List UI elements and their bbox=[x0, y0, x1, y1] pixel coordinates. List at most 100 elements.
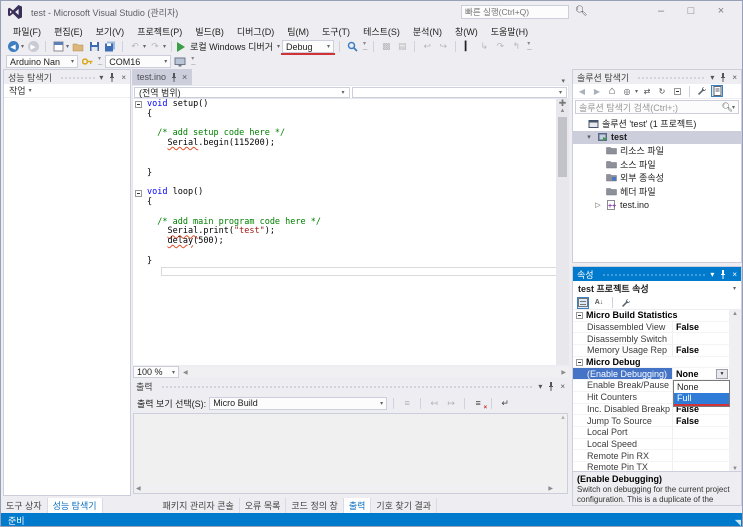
immediate-window-icon[interactable]: ▤ bbox=[395, 40, 409, 53]
document-list-icon[interactable]: ▾ bbox=[561, 77, 569, 85]
open-file-icon[interactable] bbox=[71, 40, 85, 53]
minimize-button[interactable]: – bbox=[646, 1, 676, 21]
close-tab-icon[interactable]: × bbox=[182, 72, 187, 82]
serial-port-combo[interactable]: COM16 ▾ bbox=[105, 55, 172, 68]
tree-item-1[interactable]: ▾ test bbox=[573, 130, 741, 144]
category-collapse-icon[interactable] bbox=[576, 358, 583, 366]
property-value[interactable]: None bbox=[676, 369, 699, 379]
tree-item-4[interactable]: 외부 종속성 bbox=[573, 171, 741, 185]
quick-launch-input[interactable] bbox=[461, 5, 569, 19]
previous-message-icon[interactable]: ↤ bbox=[427, 397, 441, 410]
window-position-icon[interactable]: ▾ bbox=[99, 73, 103, 82]
scroll-left-icon[interactable]: ◀ bbox=[183, 369, 188, 376]
property-pages-wrench-icon[interactable] bbox=[620, 297, 632, 309]
expander-expanded-icon[interactable]: ▾ bbox=[585, 133, 593, 141]
scroll-left-icon[interactable]: ◀ bbox=[136, 485, 141, 492]
scroll-up-icon[interactable]: ▲ bbox=[560, 107, 566, 115]
output-horizontal-scrollbar[interactable]: ◀ ▶ bbox=[134, 483, 555, 493]
bottom-tab-2[interactable]: 코드 정의 창 bbox=[286, 498, 344, 513]
breakpoints-window-icon[interactable]: ▩ bbox=[379, 40, 393, 53]
board-combo[interactable]: Arduino Nan ▾ bbox=[6, 55, 78, 68]
menu-item-4[interactable]: 빌드(B) bbox=[189, 24, 230, 39]
property-row-2[interactable]: Disassembly Switch bbox=[573, 333, 729, 346]
tab-test-ino[interactable]: test.ino × bbox=[132, 69, 193, 85]
tree-item-6[interactable]: ▷ ++ test.ino bbox=[573, 198, 741, 212]
scroll-right-icon[interactable]: ▶ bbox=[548, 485, 553, 492]
home-icon[interactable]: ⌂ bbox=[606, 85, 618, 97]
new-project-icon[interactable] bbox=[51, 40, 65, 53]
start-debug-label[interactable]: 로컬 Windows 디버거 bbox=[190, 40, 273, 53]
toolbar-overflow-icon[interactable]: ▾ ─ bbox=[363, 40, 367, 53]
window-position-icon[interactable]: ▾ bbox=[710, 270, 714, 279]
bottom-tab-0[interactable]: 패키지 관리자 콘솔 bbox=[158, 498, 240, 513]
property-row-1[interactable]: Disassembled View False bbox=[573, 321, 729, 334]
menu-item-8[interactable]: 테스트(S) bbox=[357, 24, 406, 39]
window-position-icon[interactable]: ▾ bbox=[538, 382, 542, 391]
next-message-icon[interactable]: ↦ bbox=[444, 397, 458, 410]
menu-item-6[interactable]: 팀(M) bbox=[281, 24, 315, 39]
dropdown-option-none[interactable]: None bbox=[674, 381, 729, 393]
tree-item-0[interactable]: 솔루션 'test' (1 프로젝트) bbox=[573, 117, 741, 131]
close-panel-icon[interactable]: × bbox=[121, 73, 126, 82]
dropdown-option-full[interactable]: Full bbox=[674, 392, 729, 404]
break-all-icon[interactable]: ▎ bbox=[461, 40, 475, 53]
wrench-icon[interactable] bbox=[696, 85, 708, 97]
close-panel-icon[interactable]: × bbox=[560, 382, 565, 391]
auto-hide-pin-icon[interactable] bbox=[108, 72, 116, 82]
editor-vertical-scrollbar[interactable]: ✚ ▲ bbox=[556, 99, 569, 365]
auto-hide-pin-icon[interactable] bbox=[719, 269, 727, 279]
menu-item-1[interactable]: 편집(E) bbox=[48, 24, 89, 39]
find-message-icon[interactable]: ≡ bbox=[400, 397, 414, 410]
property-row-12[interactable]: Remote Pin RX bbox=[573, 450, 729, 462]
scroll-right-icon[interactable]: ▶ bbox=[561, 369, 566, 376]
scroll-up-icon[interactable]: ▲ bbox=[732, 311, 738, 317]
word-wrap-icon[interactable]: ↵ bbox=[498, 397, 512, 410]
save-icon[interactable] bbox=[87, 40, 101, 53]
property-row-9[interactable]: Jump To Source False bbox=[573, 415, 729, 427]
bottom-tab-1-active[interactable]: 성능 탐색기 bbox=[47, 498, 103, 513]
auto-hide-pin-icon[interactable] bbox=[719, 72, 727, 82]
zoom-combo[interactable]: 100 % ▾ bbox=[133, 366, 179, 378]
property-row-11[interactable]: Local Speed bbox=[573, 438, 729, 451]
scrollbar-thumb[interactable] bbox=[558, 117, 567, 177]
tree-item-3[interactable]: 소스 파일 bbox=[573, 158, 741, 172]
window-position-icon[interactable]: ▾ bbox=[710, 73, 714, 82]
menu-item-0[interactable]: 파일(F) bbox=[7, 24, 47, 39]
toolbar-overflow-icon-3[interactable]: ▾ ─ bbox=[98, 55, 102, 68]
menu-item-2[interactable]: 보기(V) bbox=[90, 24, 131, 39]
resize-grip[interactable]: ◥ bbox=[735, 518, 741, 526]
navigate-back-icon[interactable]: ◀ bbox=[6, 40, 20, 53]
property-row-5[interactable]: (Enable Debugging) None ▼ bbox=[573, 368, 729, 381]
output-content[interactable]: ▲ ◀ ▶ bbox=[133, 413, 568, 494]
bottom-tab-4[interactable]: 기호 찾기 결과 bbox=[371, 498, 438, 513]
quick-launch-search-icon[interactable]: 🔍︎ bbox=[575, 6, 588, 17]
outline-collapse-icon[interactable] bbox=[135, 189, 145, 197]
board-key-icon[interactable] bbox=[80, 55, 94, 68]
save-all-icon[interactable] bbox=[103, 40, 117, 53]
split-editor-handle[interactable]: ✚ bbox=[559, 99, 567, 108]
scope-icon[interactable]: ◎ bbox=[621, 85, 633, 97]
category-collapse-icon[interactable] bbox=[576, 311, 583, 319]
property-row-4[interactable]: Micro Debug bbox=[573, 357, 729, 369]
close-panel-icon[interactable]: × bbox=[732, 73, 737, 82]
bottom-tab-3-active[interactable]: 출력 bbox=[343, 498, 372, 513]
close-panel-icon[interactable]: × bbox=[732, 270, 737, 279]
refresh-icon[interactable]: ↻ bbox=[656, 85, 668, 97]
alphabetical-sort-icon[interactable]: A↓ bbox=[593, 297, 605, 309]
auto-hide-pin-icon[interactable] bbox=[547, 381, 555, 391]
toolbar-overflow-icon-2[interactable]: ▾ ─ bbox=[527, 40, 531, 53]
bottom-tab-1[interactable]: 오류 목록 bbox=[240, 498, 287, 513]
sync-with-active-document-icon[interactable]: ⇄ bbox=[641, 85, 653, 97]
forward-icon[interactable]: ▶ bbox=[591, 85, 603, 97]
property-row-10[interactable]: Local Port bbox=[573, 426, 729, 439]
outline-collapse-icon[interactable] bbox=[135, 101, 145, 109]
maximize-button[interactable]: □ bbox=[676, 1, 706, 21]
redo-close-icon[interactable]: ↪ bbox=[436, 40, 450, 53]
code-editor[interactable]: void setup(){ /* add setup code here */ … bbox=[132, 99, 569, 365]
properties-window-icon[interactable] bbox=[711, 85, 724, 97]
dropdown-button[interactable]: ▼ bbox=[716, 368, 728, 379]
solution-configuration-combo[interactable]: Debug ▾ bbox=[281, 40, 335, 55]
step-over-icon[interactable]: ↷ bbox=[493, 40, 507, 53]
menu-item-11[interactable]: 도움말(H) bbox=[485, 24, 534, 39]
start-debug-icon[interactable] bbox=[177, 41, 186, 52]
